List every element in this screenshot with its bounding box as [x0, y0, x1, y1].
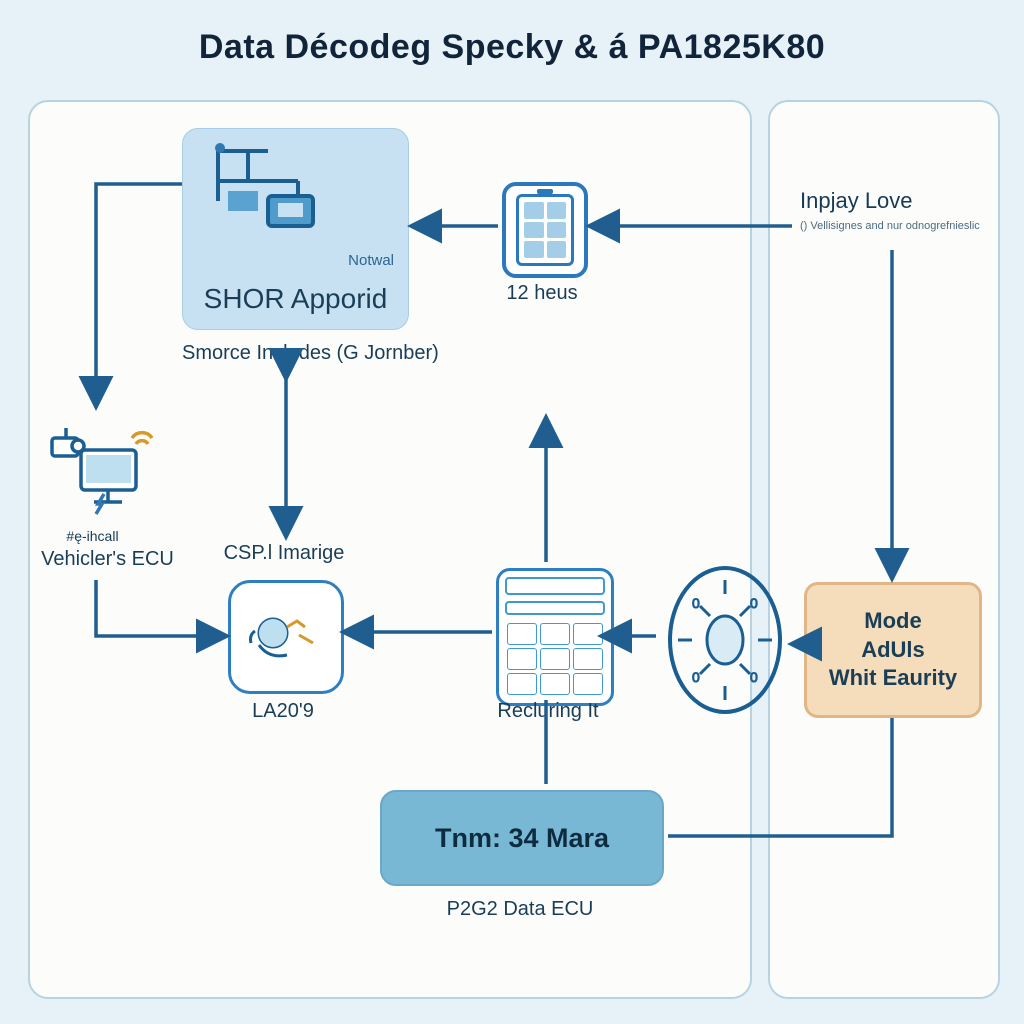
- battery-node: [502, 182, 588, 278]
- battery-label: 12 heus: [492, 282, 592, 305]
- gear-hand-icon: [241, 597, 331, 677]
- shor-node: Notwal SHOR Apporid: [182, 128, 409, 330]
- csp-label: CSP.l Imarige: [214, 542, 354, 565]
- shor-title: SHOR Apporid: [183, 283, 408, 315]
- trim-node: Tnm: 34 Mara: [380, 790, 664, 886]
- inpjay-title: Inpjay Love: [800, 188, 990, 214]
- inpjay-subtitle: () Vellisignes and nur odnogrefnieslic: [800, 220, 990, 232]
- ecu-icon: [46, 410, 166, 530]
- ecu-pre: #ę-ihcall: [40, 528, 145, 544]
- recluring-node: [496, 568, 614, 706]
- ecu-label: Vehicler's ECU: [30, 548, 185, 571]
- la209-label: LA20'9: [228, 700, 338, 723]
- recluring-label: Recluring It: [478, 700, 618, 723]
- factory-icon: [208, 141, 338, 241]
- svg-text:0: 0: [692, 595, 700, 611]
- trim-label: Tnm: 34 Mara: [435, 823, 609, 854]
- svg-text:0: 0: [750, 669, 758, 685]
- p2g2-label: P2G2 Data ECU: [400, 898, 640, 921]
- svg-text:0: 0: [692, 669, 700, 685]
- mode-line1: Mode: [829, 607, 957, 636]
- compass-icon: 0 0 0 0: [660, 560, 790, 720]
- la209-node: [228, 580, 344, 694]
- svg-text:0: 0: [750, 595, 758, 611]
- shor-tag: Notwal: [348, 252, 394, 269]
- mode-line3: Whit Eaurity: [829, 664, 957, 693]
- shor-subtitle: Smorce Includes (G Jornber): [182, 342, 417, 365]
- mode-line2: AdUls: [829, 636, 957, 665]
- page-title: Data Décodeg Specky & á PA1825K80: [0, 28, 1024, 67]
- right-panel: [768, 100, 1000, 999]
- mode-node: Mode AdUls Whit Eaurity: [804, 582, 982, 718]
- inpjay-node: Inpjay Love () Vellisignes and nur odnog…: [800, 188, 990, 226]
- battery-icon: [516, 194, 574, 266]
